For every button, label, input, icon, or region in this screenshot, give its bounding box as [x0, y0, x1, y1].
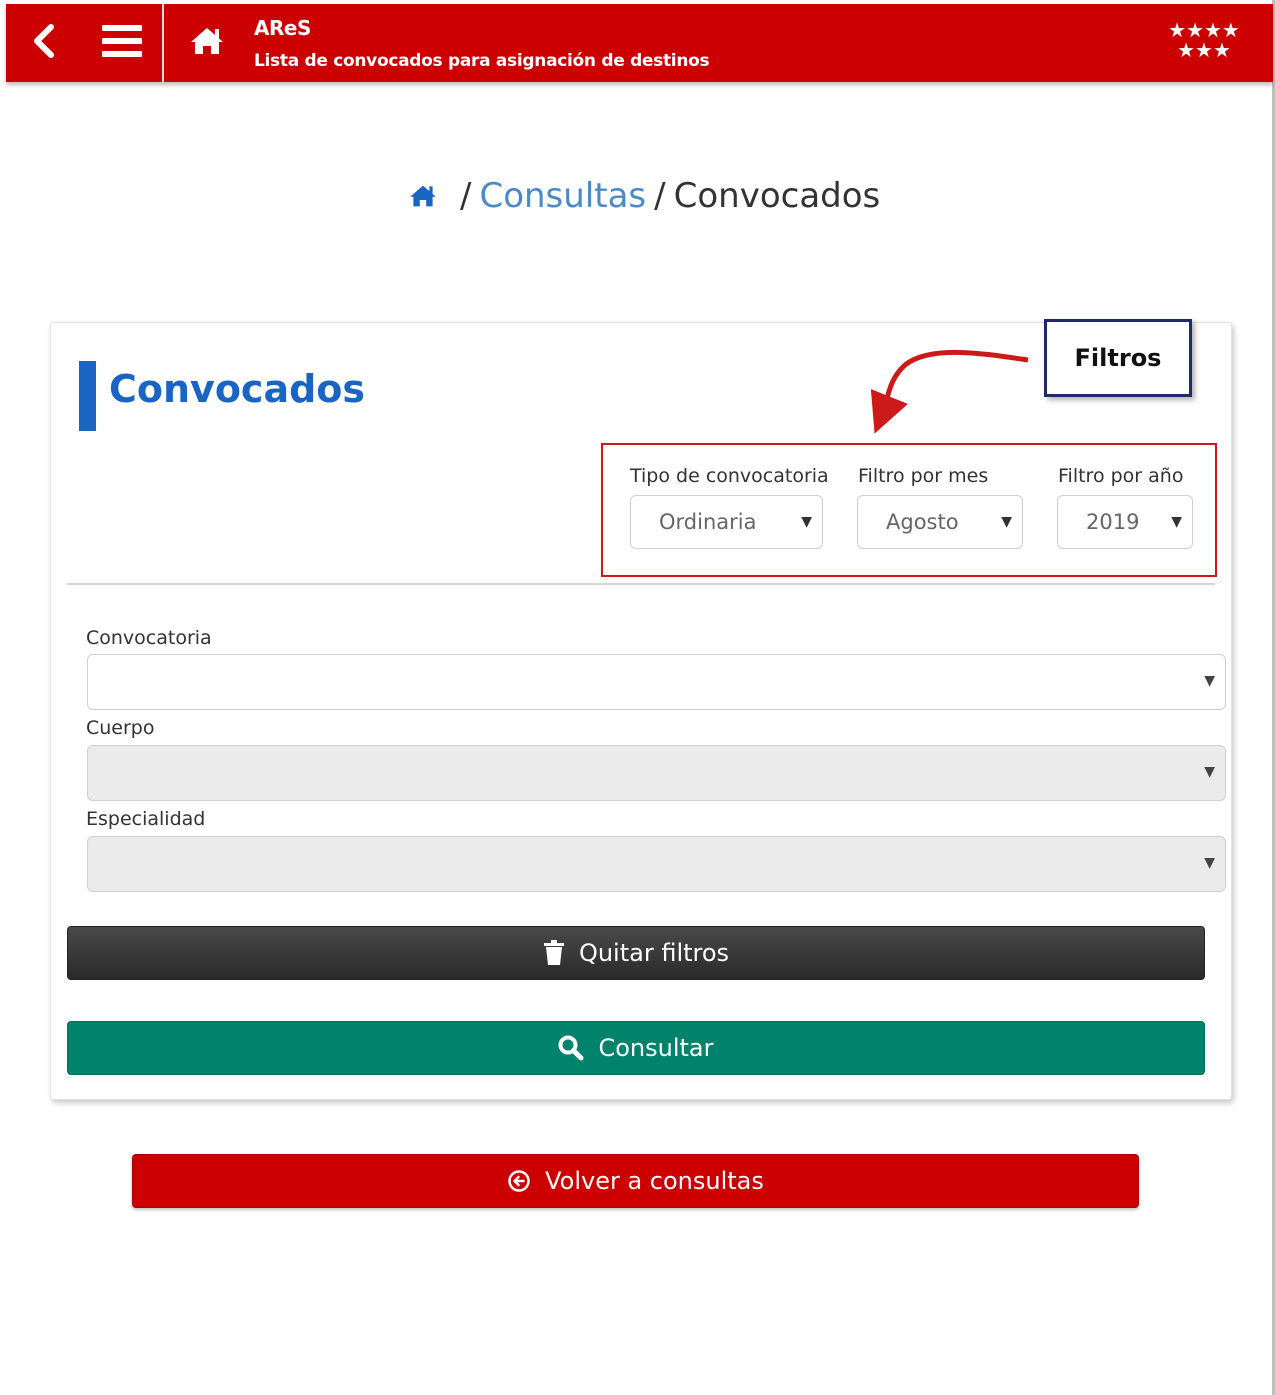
volver-consultas-label: Volver a consultas [545, 1167, 764, 1195]
filter-anio-label: Filtro por año [1058, 465, 1184, 487]
circle-arrow-left-icon [507, 1169, 531, 1193]
breadcrumb-link-consultas[interactable]: Consultas [479, 176, 646, 216]
breadcrumb-separator: / [460, 176, 472, 216]
app-title: AReS [254, 16, 311, 40]
header-divider [162, 4, 164, 82]
trash-icon [543, 940, 565, 966]
cuerpo-select[interactable]: ▼ [87, 745, 1226, 801]
app-subtitle: Lista de convocados para asignación de d… [254, 51, 710, 71]
filter-mes-label: Filtro por mes [858, 465, 989, 487]
quitar-filtros-button[interactable]: Quitar filtros [67, 926, 1205, 980]
card-title: Convocados [109, 367, 366, 411]
card-divider [67, 583, 1215, 585]
filter-anio-value: 2019 [1086, 510, 1140, 534]
back-button[interactable] [6, 4, 82, 82]
filter-mes-value: Agosto [886, 510, 959, 534]
volver-consultas-button[interactable]: Volver a consultas [132, 1154, 1139, 1208]
menu-button[interactable] [82, 4, 162, 82]
filtros-annotation: Filtros [1044, 319, 1192, 397]
breadcrumb-current: Convocados [673, 176, 881, 216]
breadcrumb: / Consultas / Convocados [408, 172, 880, 220]
convocatoria-select[interactable]: ▼ [87, 654, 1226, 710]
madrid-stars-flag-icon: ★★★★ ★★★ [1168, 18, 1240, 62]
chevron-left-icon [31, 23, 57, 63]
filter-tipo-value: Ordinaria [659, 510, 757, 534]
cuerpo-label: Cuerpo [86, 717, 155, 739]
filter-tipo-label: Tipo de convocatoria [630, 465, 829, 487]
quitar-filtros-label: Quitar filtros [578, 939, 730, 967]
filters-highlight-box: Tipo de convocatoria Ordinaria ▼ Filtro … [601, 443, 1217, 577]
annotation-arrow [870, 349, 1029, 434]
convocados-card: Convocados Tipo de convocatoria Ordinari… [50, 322, 1232, 1100]
home-icon [189, 26, 225, 60]
app-header: AReS Lista de convocados para asignación… [6, 4, 1273, 82]
home-button[interactable] [182, 4, 232, 82]
dropdown-arrow-icon: ▼ [801, 514, 812, 530]
dropdown-arrow-icon: ▼ [1204, 855, 1215, 871]
search-icon [558, 1035, 584, 1061]
dropdown-arrow-icon: ▼ [1204, 764, 1215, 780]
breadcrumb-separator: / [654, 176, 666, 216]
dropdown-arrow-icon: ▼ [1171, 514, 1182, 530]
especialidad-select[interactable]: ▼ [87, 836, 1226, 892]
especialidad-label: Especialidad [86, 808, 206, 830]
consultar-button[interactable]: Consultar [67, 1021, 1205, 1075]
filter-anio-select[interactable]: 2019 ▼ [1057, 495, 1193, 549]
title-accent-bar [79, 361, 96, 431]
breadcrumb-home-icon[interactable] [408, 184, 438, 208]
filter-tipo-select[interactable]: Ordinaria ▼ [630, 495, 823, 549]
filter-mes-select[interactable]: Agosto ▼ [857, 495, 1023, 549]
dropdown-arrow-icon: ▼ [1204, 673, 1215, 689]
hamburger-menu-icon [102, 23, 142, 63]
consultar-label: Consultar [598, 1034, 714, 1062]
dropdown-arrow-icon: ▼ [1001, 514, 1012, 530]
convocatoria-label: Convocatoria [86, 627, 212, 649]
